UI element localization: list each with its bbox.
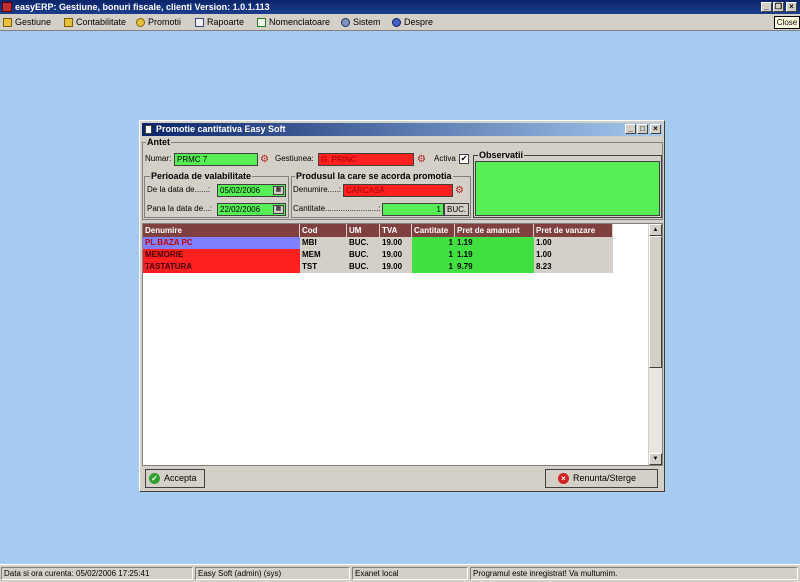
promotion-dialog: Promotie cantitativa Easy Soft _ □ × Ant… [139, 120, 665, 492]
cell-um: BUC. [347, 249, 380, 261]
denumire-field[interactable]: CARCASA [343, 184, 453, 197]
pana-label: Pana la data de...: [147, 204, 212, 213]
calendar-icon[interactable]: ▦ [273, 186, 284, 195]
status-datetime: Data si ora curenta: 05/02/2006 17:25:41 [1, 567, 193, 580]
cell-tva: 19.00 [380, 261, 412, 273]
restore-button[interactable]: ❐ [773, 2, 784, 12]
perioada-label: Perioada de valabilitate [150, 171, 253, 181]
cantitate-field[interactable]: 1 [382, 203, 444, 216]
observatii-field[interactable] [475, 161, 660, 216]
scroll-down-icon[interactable]: ▼ [649, 453, 662, 465]
menu-contabilitate[interactable]: Contabilitate [64, 15, 126, 29]
cell-um: BUC. [347, 237, 380, 249]
cell-pret-vanzare: 1.00 [534, 249, 613, 261]
accept-button[interactable]: ✓ Accepta [145, 469, 205, 488]
menu-nomenclatoare[interactable]: Nomenclatoare [257, 15, 330, 29]
menu-sistem[interactable]: Sistem [341, 15, 381, 29]
search-icon[interactable]: ⚙ [417, 154, 429, 165]
cell-pret-vanzare: 1.00 [534, 237, 613, 249]
numar-field[interactable]: PRMC 7 [174, 153, 258, 166]
observatii-label: Observatii [478, 150, 525, 160]
gear-icon [136, 18, 145, 28]
cell-tva: 19.00 [380, 249, 412, 261]
column-header-cod[interactable]: Cod [300, 224, 347, 237]
dialog-title: Promotie cantitativa Easy Soft [156, 124, 286, 134]
dialog-title-bar: Promotie cantitativa Easy Soft _ □ × [142, 123, 662, 136]
help-icon [392, 18, 401, 28]
menu-despre[interactable]: Despre [392, 15, 433, 29]
calendar-icon[interactable]: ▦ [273, 205, 284, 214]
activa-label: Activa [434, 154, 456, 163]
menu-promotii[interactable]: Promotii [136, 15, 181, 29]
cell-cantitate: 1 [412, 261, 455, 273]
status-message: Programul este inregistrat! Va multumim. [470, 567, 798, 580]
status-connection: Exanet local [352, 567, 468, 580]
app-title-bar: easyERP: Gestiune, bonuri fiscale, clien… [0, 0, 800, 14]
de-la-label: De la data de......: [147, 185, 211, 194]
folder-icon [3, 18, 12, 28]
status-bar: Data si ora curenta: 05/02/2006 17:25:41… [0, 564, 800, 582]
cell-cantitate: 1 [412, 237, 455, 249]
close-button[interactable]: × [786, 2, 797, 12]
cell-tva: 19.00 [380, 237, 412, 249]
cell-pret-amanunt: 1.19 [455, 237, 534, 249]
activa-checkbox[interactable]: ✔ [459, 154, 469, 164]
column-header-um[interactable]: UM [347, 224, 380, 237]
document-icon [145, 125, 152, 134]
produs-label: Produsul la care se acorda promotia [295, 171, 453, 181]
cantitate-unit: BUC. [444, 203, 469, 216]
check-icon: ✓ [149, 473, 160, 485]
numar-label: Numar: [145, 154, 172, 163]
app-icon [2, 2, 12, 12]
report-icon [195, 18, 204, 28]
cell-denumire: MEMORIE [143, 249, 300, 261]
cantitate-label: Cantitate........................: [293, 204, 381, 213]
scroll-up-icon[interactable]: ▲ [649, 224, 662, 236]
cell-cod: TST [300, 261, 347, 273]
cell-denumire: TASTATURA [143, 261, 300, 273]
cell-pret-amanunt: 1.19 [455, 249, 534, 261]
menu-gestiune[interactable]: Gestiune [3, 15, 51, 29]
cell-cod: MBI [300, 237, 347, 249]
denumire-label: Denumire.....: [293, 185, 342, 194]
minimize-button[interactable]: _ [761, 2, 772, 12]
app-title: easyERP: Gestiune, bonuri fiscale, clien… [15, 2, 270, 12]
folder-icon [64, 18, 73, 28]
cell-pret-vanzare: 8.23 [534, 261, 613, 273]
cancel-icon: × [558, 473, 569, 485]
menu-rapoarte[interactable]: Rapoarte [195, 15, 244, 29]
column-header-tva[interactable]: TVA [380, 224, 412, 237]
cell-pret-amanunt: 9.79 [455, 261, 534, 273]
dialog-maximize-button[interactable]: □ [637, 124, 648, 134]
dialog-close-button[interactable]: × [650, 124, 661, 134]
gestiunea-label: Gestiunea: [275, 154, 314, 163]
gear-icon [341, 18, 350, 28]
column-header-pret-amanunt[interactable]: Pret de amanunt [455, 224, 534, 237]
cell-cantitate: 1 [412, 249, 455, 261]
dialog-minimize-button[interactable]: _ [625, 124, 636, 134]
search-icon[interactable]: ⚙ [455, 185, 467, 196]
list-icon [257, 18, 266, 28]
column-header-pret-vanzare[interactable]: Pret de vanzare [534, 224, 613, 237]
scroll-thumb[interactable] [649, 236, 662, 368]
menu-bar: Gestiune Contabilitate Promotii Rapoarte… [0, 14, 800, 31]
gestiunea-field[interactable]: G. PRINC [318, 153, 414, 166]
cell-denumire: PL BAZA PC [143, 237, 300, 249]
column-header-cantitate[interactable]: Cantitate [412, 224, 455, 237]
cancel-button[interactable]: × Renunta/Sterge [545, 469, 658, 488]
close-tooltip: Close [774, 16, 800, 29]
antet-label: Antet [146, 137, 171, 147]
column-header-denumire[interactable]: Denumire [143, 224, 300, 237]
items-table: Denumire Cod UM TVA Cantitate Pret de am… [142, 223, 663, 466]
cell-um: BUC. [347, 261, 380, 273]
search-icon[interactable]: ⚙ [260, 154, 272, 165]
vertical-scrollbar[interactable]: ▲ ▼ [648, 224, 662, 465]
status-user: Easy Soft (admin) (sys) [195, 567, 350, 580]
cell-cod: MEM [300, 249, 347, 261]
